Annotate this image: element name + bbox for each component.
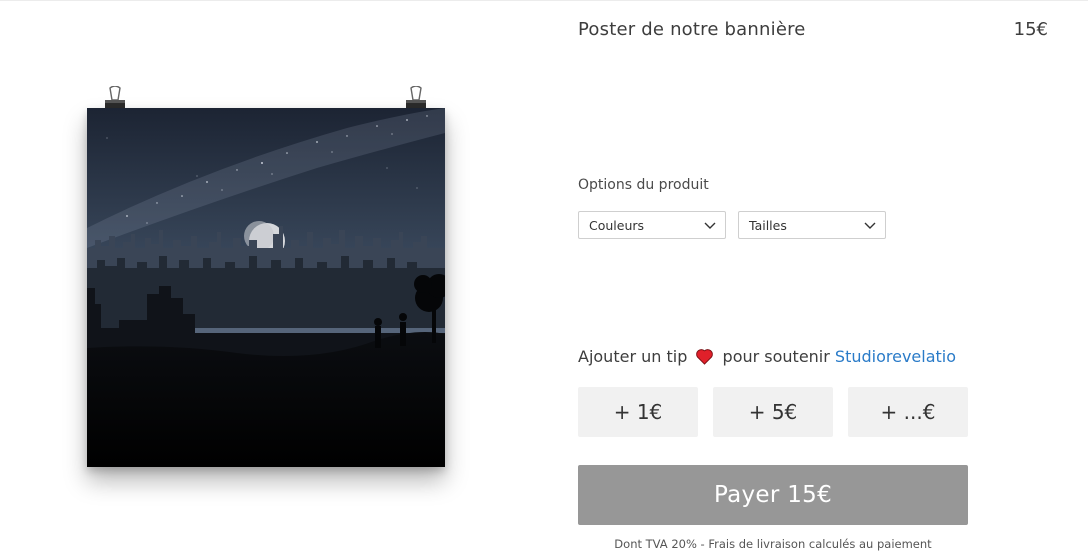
chevron-down-icon — [704, 222, 716, 229]
sizes-select[interactable]: Tailles — [738, 211, 886, 239]
tip-5-button[interactable]: + 5€ — [713, 387, 833, 437]
options-label: Options du produit — [578, 177, 709, 193]
top-divider — [0, 0, 1088, 1]
tip-prefix: Ajouter un tip — [578, 347, 688, 366]
tax-shipping-note: Dont TVA 20% - Frais de livraison calcul… — [614, 537, 932, 551]
heart-icon — [696, 349, 714, 365]
pay-button[interactable]: Payer 15€ — [578, 465, 968, 525]
chevron-down-icon — [864, 222, 876, 229]
tip-heading: Ajouter un tip pour soutenir Studiorevel… — [578, 347, 956, 366]
creator-link[interactable]: Studiorevelatio — [835, 347, 956, 366]
poster-artwork — [87, 108, 445, 467]
colors-select-value: Couleurs — [589, 218, 645, 233]
sizes-select-value: Tailles — [749, 218, 787, 233]
tip-1-button[interactable]: + 1€ — [578, 387, 698, 437]
tip-middle: pour soutenir — [722, 347, 830, 366]
product-image — [87, 86, 445, 486]
product-title: Poster de notre bannière — [578, 19, 806, 40]
product-price: 15€ — [1013, 19, 1048, 40]
colors-select[interactable]: Couleurs — [578, 211, 726, 239]
tip-custom-button[interactable]: + ...€ — [848, 387, 968, 437]
